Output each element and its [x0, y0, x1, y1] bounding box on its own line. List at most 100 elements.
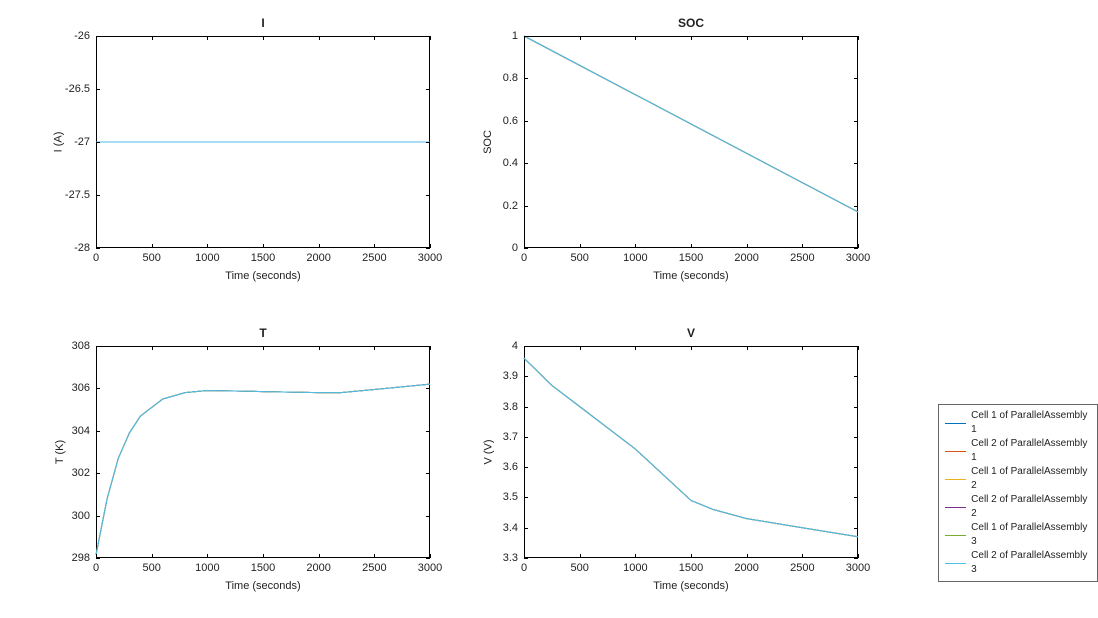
ytick-label: 300	[72, 510, 96, 522]
plot-temperature: T T (K) Time (seconds) 29830030230430630…	[96, 346, 430, 558]
legend: Cell 1 of ParallelAssembly 1Cell 2 of Pa…	[938, 404, 1098, 582]
legend-label: Cell 1 of ParallelAssembly 3	[971, 521, 1091, 549]
plot-soc: SOC SOC Time (seconds) 00.20.40.60.81050…	[524, 36, 858, 248]
xtick-label: 3000	[418, 248, 442, 264]
xtick-label: 0	[93, 248, 99, 264]
xlabel: Time (seconds)	[524, 580, 858, 592]
xtick-label: 2500	[362, 248, 386, 264]
legend-label: Cell 1 of ParallelAssembly 2	[971, 465, 1091, 493]
ytick-label: 308	[72, 340, 96, 352]
ytick-label: 0.4	[503, 157, 524, 169]
xtick-label: 2000	[306, 248, 330, 264]
ytick-label: -27	[74, 136, 96, 148]
xtick-label: 1500	[251, 248, 275, 264]
xtick-label: 2000	[734, 558, 758, 574]
legend-entry: Cell 1 of ParallelAssembly 2	[945, 465, 1091, 493]
series-line	[96, 384, 430, 555]
legend-label: Cell 1 of ParallelAssembly 1	[971, 409, 1091, 437]
xtick-label: 1500	[679, 558, 703, 574]
legend-swatch	[945, 563, 966, 564]
xtick-label: 2000	[306, 558, 330, 574]
series-line	[524, 358, 858, 537]
legend-label: Cell 2 of ParallelAssembly 3	[971, 549, 1091, 577]
ytick-label: 4	[512, 340, 524, 352]
ytick-label: 3.6	[503, 461, 524, 473]
xtick-label: 0	[521, 248, 527, 264]
ytick-label: 304	[72, 425, 96, 437]
xtick-label: 500	[570, 248, 588, 264]
ytick-label: 0.8	[503, 72, 524, 84]
xtick-label: 3000	[418, 558, 442, 574]
series-line	[524, 358, 858, 537]
ylabel: I (A)	[52, 132, 64, 153]
ytick-label: 3.7	[503, 431, 524, 443]
ytick-label: 1	[512, 30, 524, 42]
legend-entry: Cell 1 of ParallelAssembly 1	[945, 409, 1091, 437]
legend-label: Cell 2 of ParallelAssembly 2	[971, 493, 1091, 521]
ylabel: V (V)	[483, 439, 495, 464]
legend-swatch	[945, 479, 966, 480]
plot-title: T	[96, 326, 430, 340]
xtick-label: 1000	[195, 558, 219, 574]
plot-title: V	[524, 326, 858, 340]
series-line	[96, 384, 430, 555]
xtick-label: 0	[521, 558, 527, 574]
figure: I I (A) Time (seconds) -28-27.5-27-26.5-…	[0, 0, 1098, 618]
ytick-label: 3.5	[503, 491, 524, 503]
series-line	[96, 384, 430, 555]
series-line	[524, 358, 858, 537]
xtick-label: 2500	[790, 248, 814, 264]
legend-swatch	[945, 507, 966, 508]
series-line	[524, 358, 858, 537]
xtick-label: 3000	[846, 248, 870, 264]
legend-entry: Cell 2 of ParallelAssembly 2	[945, 493, 1091, 521]
ytick-label: 306	[72, 382, 96, 394]
plot-current: I I (A) Time (seconds) -28-27.5-27-26.5-…	[96, 36, 430, 248]
xtick-label: 2500	[362, 558, 386, 574]
xtick-label: 2000	[734, 248, 758, 264]
ylabel: SOC	[482, 130, 494, 154]
ytick-label: -26.5	[65, 83, 96, 95]
plot-series	[524, 36, 858, 248]
series-line	[96, 384, 430, 555]
xtick-label: 1000	[623, 248, 647, 264]
legend-label: Cell 2 of ParallelAssembly 1	[971, 437, 1091, 465]
series-line	[524, 358, 858, 537]
ylabel: T (K)	[54, 440, 66, 464]
xtick-label: 1500	[251, 558, 275, 574]
plot-series	[524, 346, 858, 558]
xtick-label: 500	[570, 558, 588, 574]
legend-swatch	[945, 451, 966, 452]
plot-series	[96, 346, 430, 558]
plot-series	[96, 36, 430, 248]
series-line	[524, 36, 858, 212]
series-line	[524, 358, 858, 537]
ytick-label: 302	[72, 467, 96, 479]
ytick-label: -27.5	[65, 189, 96, 201]
xtick-label: 1000	[623, 558, 647, 574]
xtick-label: 500	[142, 558, 160, 574]
legend-entry: Cell 2 of ParallelAssembly 1	[945, 437, 1091, 465]
xtick-label: 1000	[195, 248, 219, 264]
ytick-label: 3.8	[503, 401, 524, 413]
plot-title: SOC	[524, 16, 858, 30]
legend-swatch	[945, 423, 966, 424]
series-line	[96, 384, 430, 555]
xtick-label: 0	[93, 558, 99, 574]
legend-entry: Cell 1 of ParallelAssembly 3	[945, 521, 1091, 549]
ytick-label: 3.9	[503, 370, 524, 382]
xtick-label: 500	[142, 248, 160, 264]
xtick-label: 2500	[790, 558, 814, 574]
legend-entry: Cell 2 of ParallelAssembly 3	[945, 549, 1091, 577]
xtick-label: 3000	[846, 558, 870, 574]
ytick-label: -26	[74, 30, 96, 42]
plot-voltage: V V (V) Time (seconds) 3.33.43.53.63.73.…	[524, 346, 858, 558]
series-line	[96, 384, 430, 555]
plot-title: I	[96, 16, 430, 30]
xlabel: Time (seconds)	[96, 580, 430, 592]
xtick-label: 1500	[679, 248, 703, 264]
legend-swatch	[945, 535, 966, 536]
ytick-label: 0.2	[503, 200, 524, 212]
xlabel: Time (seconds)	[524, 270, 858, 282]
xlabel: Time (seconds)	[96, 270, 430, 282]
